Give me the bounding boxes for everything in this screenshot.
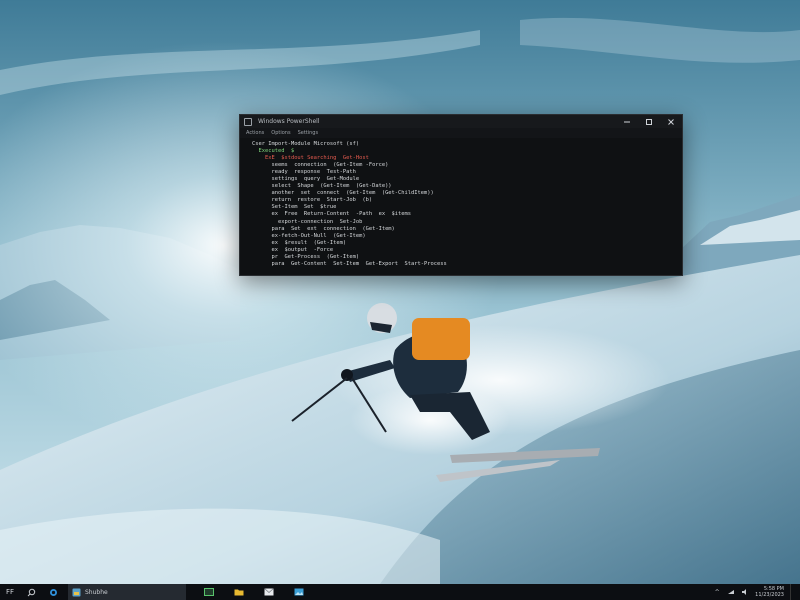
maximize-icon (646, 118, 652, 125)
pinned-apps (198, 584, 310, 600)
menu-item-settings[interactable]: Settings (298, 130, 319, 136)
terminal-line: return restore Start-Job (b) (252, 197, 373, 204)
menu-item-actions[interactable]: Actions (246, 130, 264, 136)
terminal-line: para Set ext connection (Get-Item) (252, 225, 395, 232)
pinned-terminal-button[interactable] (198, 584, 220, 600)
terminal-titlebar[interactable]: Windows PowerShell (240, 115, 682, 128)
terminal-line: another set connect (Get-Item (Get-Child… (252, 190, 434, 197)
terminal-line: ex Free Return-Content -Path ex $items (252, 211, 412, 218)
terminal-output[interactable]: Cser Import-Module Microsoft (sf) Execut… (240, 138, 682, 267)
terminal-line: select Shape (Get-Item (Get-Date)) (252, 183, 392, 190)
app-icon (72, 588, 81, 596)
folder-icon (234, 589, 244, 596)
terminal-menubar: Actions Options Settings (240, 128, 682, 138)
pinned-folder-button[interactable] (228, 584, 250, 600)
volume-icon[interactable] (741, 588, 749, 596)
terminal-app-icon (244, 117, 252, 126)
close-button[interactable] (660, 115, 682, 128)
search-button[interactable] (20, 584, 42, 600)
terminal-line: export-connection Set-Job (252, 218, 363, 225)
wallpaper-skier-image (0, 0, 800, 584)
terminal-line: ExE $stdout Searching Get-Host (252, 155, 369, 162)
maximize-button[interactable] (638, 115, 660, 128)
taskbar-clock[interactable]: 5:58 PM 11/23/2023 (755, 586, 784, 598)
window-title: Windows PowerShell (258, 118, 320, 125)
browser-icon (49, 588, 57, 596)
taskbar: FF Shubhe ^ 5:58 PM 11/23/2023 (0, 584, 800, 600)
clock-date: 11/23/2023 (755, 592, 784, 598)
taskbar-active-app[interactable]: Shubhe (68, 584, 186, 600)
terminal-line: ex $result (Get-Item) (252, 239, 347, 246)
minimize-icon (624, 121, 630, 122)
terminal-line: settings query Get-Module (252, 176, 360, 183)
terminal-line: ex $output -Force (252, 246, 334, 253)
browser-button[interactable] (42, 584, 64, 600)
terminal-line: ex-fetch-Out-Null (Get-Item) (252, 232, 366, 239)
terminal-icon (204, 588, 214, 596)
terminal-line: Set-Item Set $true (252, 204, 337, 211)
terminal-line: ready response Test-Path (252, 169, 356, 176)
taskbar-app-label: Shubhe (85, 588, 108, 596)
pinned-mail-button[interactable] (258, 584, 280, 600)
search-icon (27, 588, 35, 596)
desktop: Windows PowerShell Actions Options Setti… (0, 0, 800, 584)
photos-icon (294, 588, 304, 596)
network-icon[interactable] (727, 588, 735, 596)
terminal-line: para Get-Content Set-Item Get-Export Sta… (252, 260, 447, 267)
terminal-line: Cser Import-Module Microsoft (sf) (252, 141, 360, 147)
terminal-line: pr Get-Process (Get-Item) (252, 253, 360, 260)
mail-icon (264, 588, 274, 596)
show-desktop-button[interactable] (790, 584, 794, 600)
terminal-window[interactable]: Windows PowerShell Actions Options Setti… (239, 114, 683, 276)
start-button[interactable]: FF (0, 584, 20, 600)
pinned-photos-button[interactable] (288, 584, 310, 600)
terminal-line: Executed $ (252, 148, 295, 155)
minimize-button[interactable] (616, 115, 638, 128)
close-icon (668, 118, 674, 125)
terminal-line: seems connection (Get-Item -Force) (252, 162, 389, 169)
menu-item-options[interactable]: Options (271, 130, 290, 136)
system-tray: ^ 5:58 PM 11/23/2023 (713, 584, 800, 600)
chevron-up-icon[interactable]: ^ (713, 588, 721, 596)
